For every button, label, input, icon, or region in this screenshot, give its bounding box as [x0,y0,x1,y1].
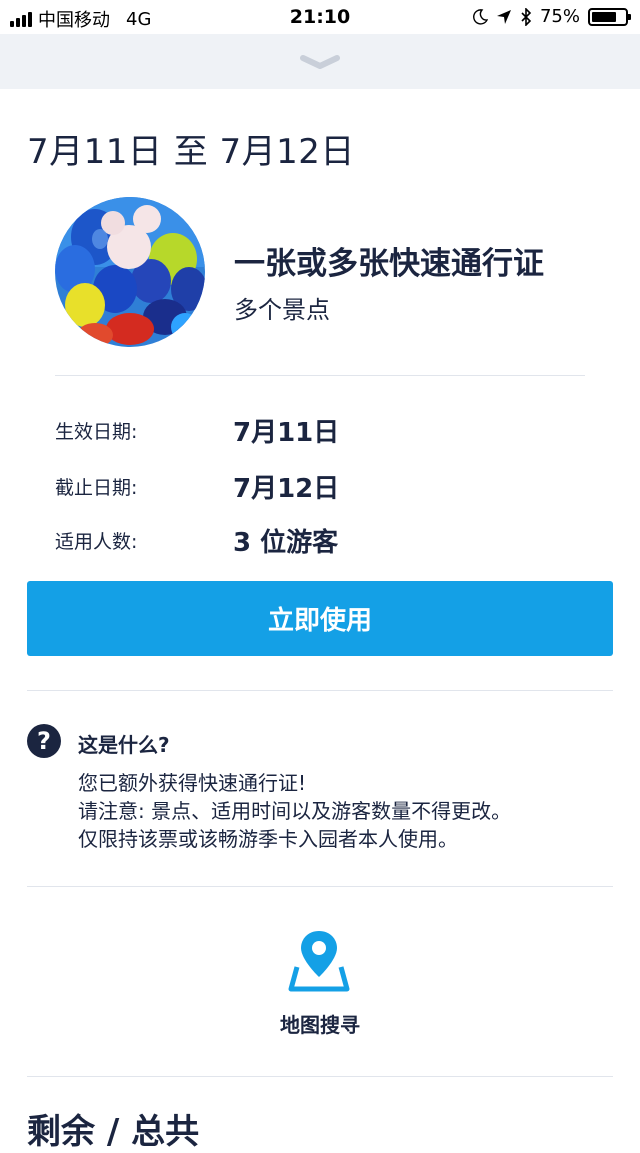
battery-icon [588,7,631,26]
divider [55,375,585,376]
question-icon[interactable]: ? [27,724,61,758]
balloons-image [55,197,205,347]
detail-value: 7月12日 [233,474,340,504]
moon-icon [473,8,488,25]
battery-fill [592,11,616,22]
drawer-handle-bar[interactable] [0,34,640,89]
map-pin-icon[interactable] [287,929,351,993]
detail-value: 3 位游客 [233,528,339,558]
detail-row-end-date: 截止日期: 7月12日 [55,468,595,504]
detail-label: 截止日期: [55,477,138,499]
status-right: 75% [472,6,631,27]
pass-subtitle: 多个景点 [234,296,330,324]
pass-title: 一张或多张快速通行证 [234,246,544,282]
detail-row-guests: 适用人数: 3 位游客 [55,522,595,558]
map-search-button[interactable]: 地图搜寻 [240,925,400,1045]
remaining-total-title: 剩余 / 总共 [27,1112,200,1152]
divider [27,1076,613,1077]
use-now-button[interactable]: 立即使用 [27,581,613,656]
faq-line: 请注意: 景点、适用时间以及游客数量不得更改。 [78,799,512,823]
detail-row-start-date: 生效日期: 7月11日 [55,412,595,448]
chevron-down-icon[interactable] [300,54,340,70]
faq-body: 您已额外获得快速通行证! 请注意: 景点、适用时间以及游客数量不得更改。 仅限持… [78,769,511,853]
divider [27,886,613,887]
detail-label: 适用人数: [55,531,138,553]
faq-line: 仅限持该票或该畅游季卡入园者本人使用。 [78,827,458,851]
date-range-title: 7月11日 至 7月12日 [27,132,355,172]
location-arrow-icon [496,9,511,24]
detail-label: 生效日期: [55,421,138,443]
battery-percent: 75% [539,6,580,27]
faq-line: 您已额外获得快速通行证! [78,771,307,795]
status-bar: 中国移动 4G 21:10 75% [0,0,640,34]
detail-value: 7月11日 [233,418,340,448]
map-search-label: 地图搜寻 [280,1013,360,1037]
bluetooth-icon [521,7,532,26]
pass-image [55,197,205,347]
faq-title: 这是什么? [78,733,170,757]
divider [27,690,613,691]
